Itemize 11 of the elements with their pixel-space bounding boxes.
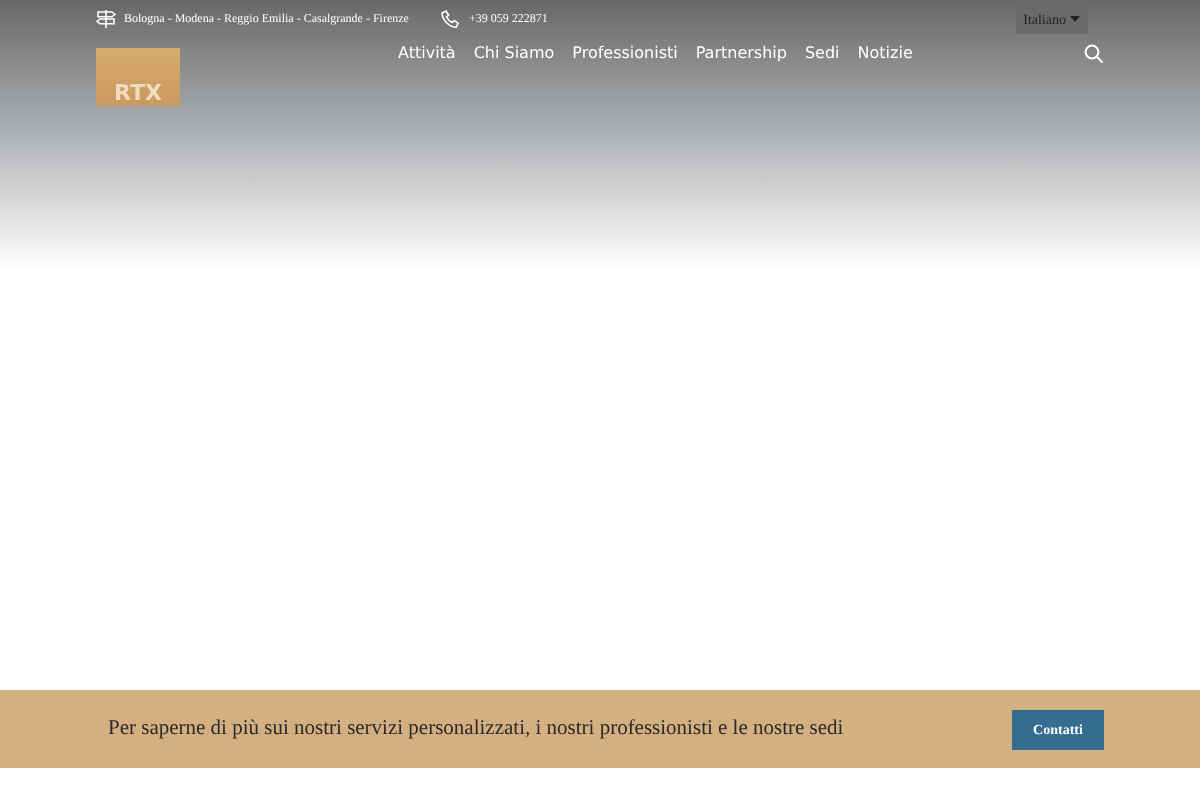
caret-icon [1070,16,1080,22]
cta-text: Per saperne di più sui nostri servizi personalizzati, i nostri professionisti e le nostre sedi [108,718,844,740]
nav-link[interactable]: Sedi [804,42,840,66]
nav-link[interactable]: Chi Siamo [473,42,555,66]
search-icon[interactable] [1084,44,1104,64]
signpost-icon [96,10,116,28]
phone-icon [440,10,461,28]
nav-link[interactable]: Partnership [695,42,787,66]
nav-link[interactable]: Notizie [857,42,913,66]
nav-link[interactable]: Professionisti [572,42,678,66]
nav-link[interactable]: Attività [398,42,456,66]
